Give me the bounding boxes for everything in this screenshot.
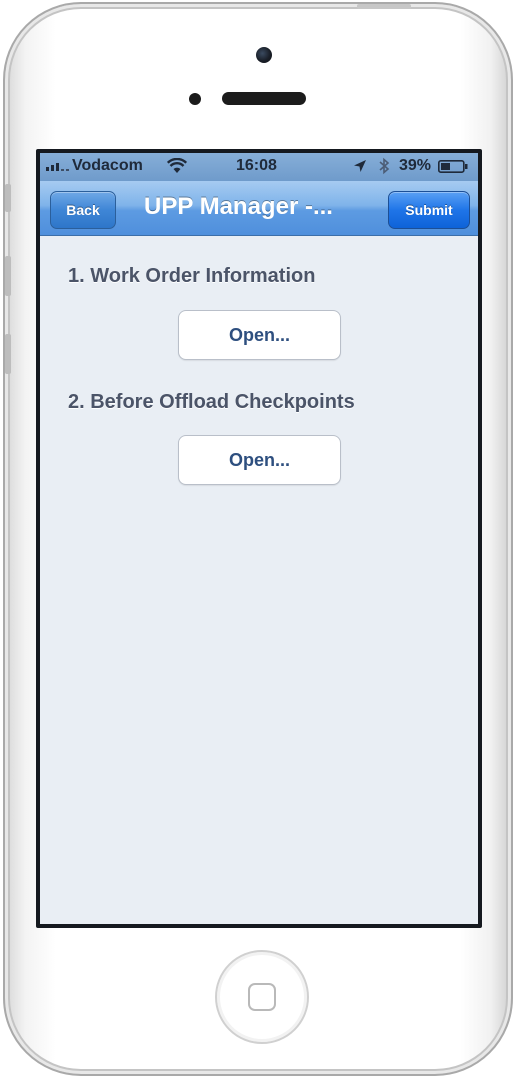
submit-button[interactable]: Submit [388,191,470,229]
proximity-sensor [189,93,201,105]
home-button[interactable] [215,950,309,1044]
navigation-bar: Back UPP Manager -... Submit [40,181,478,236]
earpiece-speaker [222,92,306,105]
location-icon [354,160,366,172]
volume-up-button [5,256,11,296]
volume-down-button [5,334,11,374]
home-square-icon [248,983,276,1011]
mute-switch [5,184,11,212]
section-label-before-offload: 2. Before Offload Checkpoints [68,391,355,413]
section-label-work-order: 1. Work Order Information [68,265,316,287]
clock: 16:08 [236,157,277,174]
screen: Vodacom 16:08 39% Back UPP Manager -... … [36,149,482,928]
status-bar: Vodacom 16:08 39% [40,153,478,181]
signal-icon [46,163,69,171]
wifi-icon [167,158,187,173]
open-before-offload-button[interactable]: Open... [178,435,341,485]
power-button [357,4,411,9]
back-button[interactable]: Back [50,191,116,229]
front-camera [256,47,272,63]
battery-percentage: 39% [399,157,432,174]
open-work-order-button[interactable]: Open... [178,310,341,360]
page-title: UPP Manager -... [144,193,333,220]
bluetooth-icon [379,157,390,175]
app-display: Vodacom 16:08 39% Back UPP Manager -... … [40,153,478,924]
carrier-name: Vodacom [72,157,143,174]
battery-icon [438,160,468,173]
